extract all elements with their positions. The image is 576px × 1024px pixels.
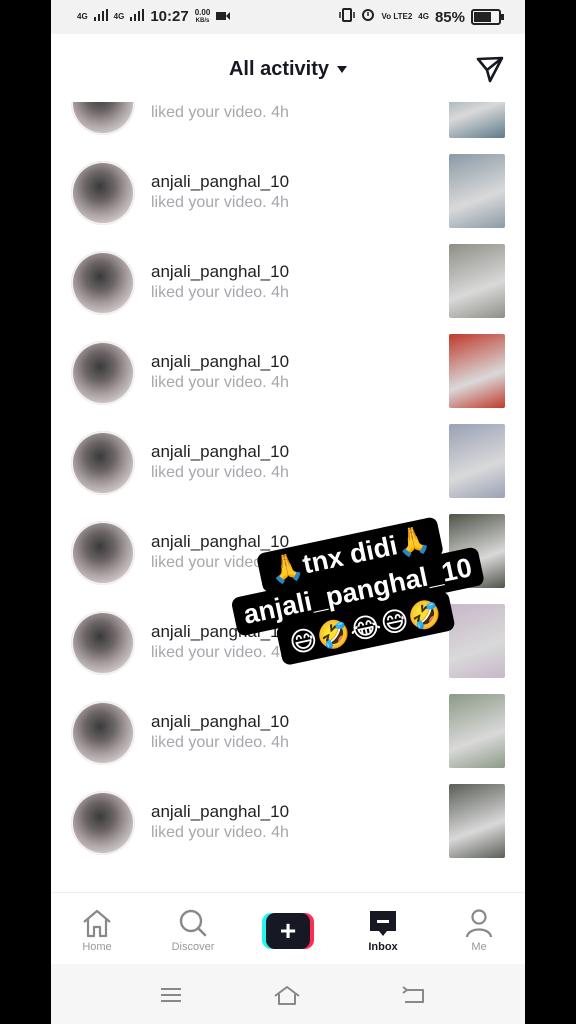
network-indicator-3: 4G [418, 12, 429, 21]
username[interactable]: anjali_panghal_10 [151, 352, 289, 372]
activity-text: liked your video. 4h [151, 464, 289, 481]
nav-inbox[interactable]: Inbox [343, 893, 423, 965]
speed-value: 0.00 [194, 7, 211, 17]
username[interactable]: anjali_panghal_10 [151, 712, 289, 732]
battery-icon [471, 9, 504, 25]
nav-me[interactable]: Me [439, 893, 519, 965]
video-thumbnail[interactable] [449, 244, 505, 318]
nav-me-label: Me [471, 941, 487, 953]
system-nav-bar [51, 964, 525, 1024]
activity-text: liked your video. 4h [151, 194, 289, 211]
menu-icon[interactable] [157, 984, 185, 1006]
nav-discover-label: Discover [171, 941, 215, 953]
username[interactable]: anjali_panghal_10 [151, 442, 289, 462]
avatar[interactable] [71, 102, 135, 135]
battery-percent: 85% [434, 8, 465, 26]
video-thumbnail[interactable] [449, 694, 505, 768]
avatar[interactable] [71, 431, 135, 495]
profile-icon [465, 909, 493, 938]
inbox-icon [370, 911, 396, 936]
page-title: All activity [228, 58, 330, 80]
nav-home[interactable]: Home [57, 893, 137, 965]
network-indicator-2: 4G [113, 11, 125, 21]
activity-text: liked your video. 4h [151, 734, 289, 751]
avatar[interactable] [71, 161, 135, 225]
signal-icon [93, 8, 108, 25]
status-bar: 4G 4G 10:27 0.00 KB/s Vo LTE2 4G 85% [51, 0, 525, 34]
nav-discover[interactable]: Discover [153, 893, 233, 965]
video-thumbnail[interactable] [449, 154, 505, 228]
nav-home-label: Home [82, 941, 112, 953]
status-left: 4G 4G 10:27 0.00 KB/s [77, 7, 231, 25]
list-item[interactable]: anjali_panghal_10 liked your video. 4h [51, 418, 525, 508]
status-right: Vo LTE2 4G 85% [339, 8, 504, 26]
list-item[interactable]: anjali_panghal_10 liked your video. 4h [51, 148, 525, 238]
list-item[interactable]: anjali_panghal_10 liked your video. 4h [51, 688, 525, 778]
activity-filter-dropdown[interactable]: All activity [51, 58, 525, 81]
activity-list[interactable]: anjali_panghal_10 liked your video. 4h a… [51, 102, 525, 892]
speed-unit: KB/s [195, 17, 210, 24]
avatar[interactable] [71, 611, 135, 675]
video-thumbnail[interactable] [449, 334, 505, 408]
video-thumbnail[interactable] [449, 424, 505, 498]
list-item[interactable]: anjali_panghal_10 liked your video. 4h [51, 238, 525, 328]
activity-text: liked your video. 4h [151, 374, 289, 391]
username[interactable]: anjali_panghal_10 [151, 262, 289, 282]
activity-text: liked your video. 4h [151, 824, 289, 841]
vibrate-icon [339, 8, 356, 26]
signal-icon [130, 8, 145, 25]
network-indicator-1: 4G [77, 11, 88, 21]
phone-screen: 4G 4G 10:27 0.00 KB/s Vo LTE2 4G 85% All… [51, 0, 525, 1024]
video-thumbnail[interactable] [449, 784, 505, 858]
search-icon [179, 909, 207, 937]
battery-fill [474, 12, 491, 22]
activity-text: liked your video. 4h [151, 284, 289, 301]
paper-plane-icon[interactable] [475, 54, 505, 84]
home-icon [83, 909, 111, 938]
video-thumbnail[interactable] [449, 102, 505, 138]
caret-down-icon [337, 66, 348, 74]
volte-indicator: Vo LTE2 [381, 12, 413, 21]
avatar[interactable] [71, 251, 135, 315]
bottom-nav: Home Discover + Inbox Me [51, 892, 525, 965]
avatar[interactable] [71, 521, 135, 585]
clock: 10:27 [150, 8, 189, 25]
list-item[interactable]: anjali_panghal_10 liked your video. 4h [51, 102, 525, 148]
data-speed: 0.00 KB/s [194, 7, 211, 25]
back-icon[interactable] [399, 984, 427, 1006]
list-item[interactable]: anjali_panghal_10 liked your video. 4h [51, 778, 525, 868]
inbox-header: All activity [51, 34, 525, 102]
list-item[interactable]: anjali_panghal_10 liked your video. 4h [51, 328, 525, 418]
avatar[interactable] [71, 701, 135, 765]
avatar[interactable] [71, 791, 135, 855]
username[interactable]: anjali_panghal_10 [151, 532, 289, 552]
nav-inbox-label: Inbox [368, 941, 398, 953]
plus-icon: + [266, 913, 310, 949]
activity-text: liked your video. 4h [151, 104, 289, 121]
create-button[interactable]: + [262, 913, 314, 949]
alarm-icon [361, 8, 375, 26]
home-button-icon[interactable] [273, 984, 301, 1006]
username[interactable]: anjali_panghal_10 [151, 802, 289, 822]
username[interactable]: anjali_panghal_10 [151, 172, 289, 192]
video-icon [216, 8, 231, 25]
avatar[interactable] [71, 341, 135, 405]
